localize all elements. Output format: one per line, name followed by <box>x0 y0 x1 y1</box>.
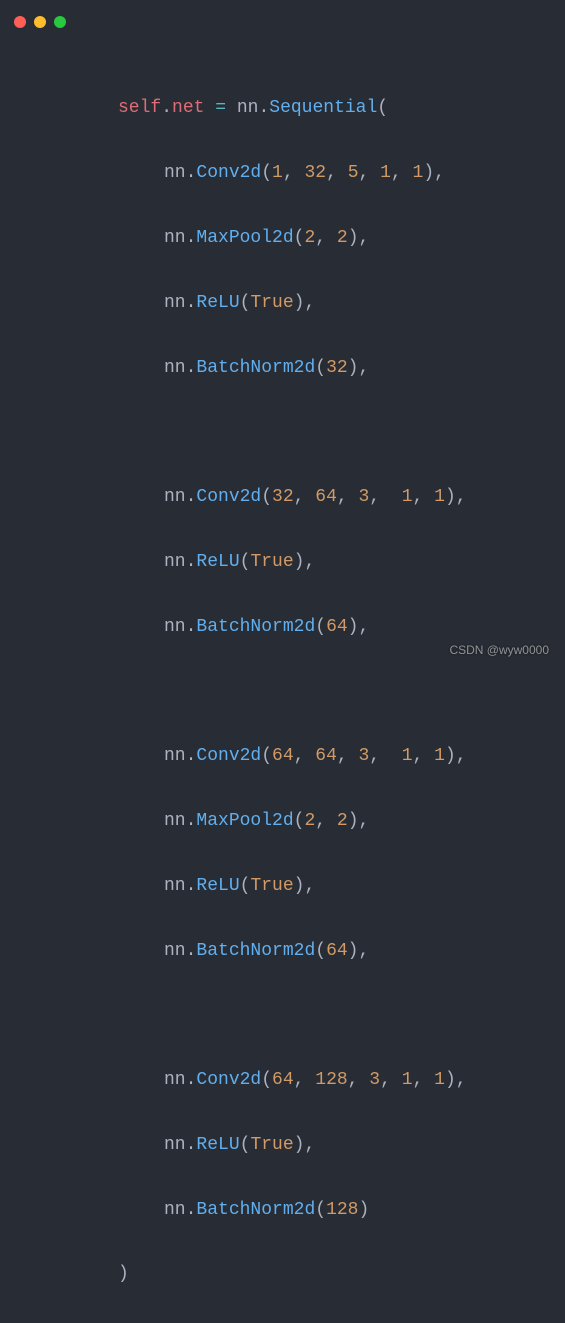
code-line: nn.BatchNorm2d(64), <box>118 611 565 643</box>
code-line: nn.ReLU(True), <box>118 1129 565 1161</box>
code-line: nn.BatchNorm2d(64), <box>118 935 565 967</box>
code-line: nn.ReLU(True), <box>118 546 565 578</box>
minimize-icon[interactable] <box>34 16 46 28</box>
blank-line <box>118 999 565 1031</box>
keyword-self: self <box>118 98 161 118</box>
code-line: ) <box>118 1258 565 1290</box>
code-line: self.net = nn.Sequential( <box>118 92 565 124</box>
code-line: nn.MaxPool2d(2, 2), <box>118 222 565 254</box>
code-line: nn.ReLU(True), <box>118 287 565 319</box>
code-line: nn.Conv2d(32, 64, 3, 1, 1), <box>118 481 565 513</box>
code-line: nn.ReLU(True), <box>118 870 565 902</box>
code-line: nn.Conv2d(64, 64, 3, 1, 1), <box>118 740 565 772</box>
code-line: nn.Conv2d(1, 32, 5, 1, 1), <box>118 157 565 189</box>
blank-line <box>118 416 565 448</box>
watermark: CSDN @wyw0000 <box>449 640 549 662</box>
code-line: nn.BatchNorm2d(128) <box>118 1194 565 1226</box>
code-line: nn.MaxPool2d(2, 2), <box>118 805 565 837</box>
close-icon[interactable] <box>14 16 26 28</box>
code-line: nn.BatchNorm2d(32), <box>118 352 565 384</box>
window-controls <box>0 0 565 28</box>
code-line: nn.Conv2d(64, 128, 3, 1, 1), <box>118 1064 565 1096</box>
maximize-icon[interactable] <box>54 16 66 28</box>
blank-line <box>118 675 565 707</box>
